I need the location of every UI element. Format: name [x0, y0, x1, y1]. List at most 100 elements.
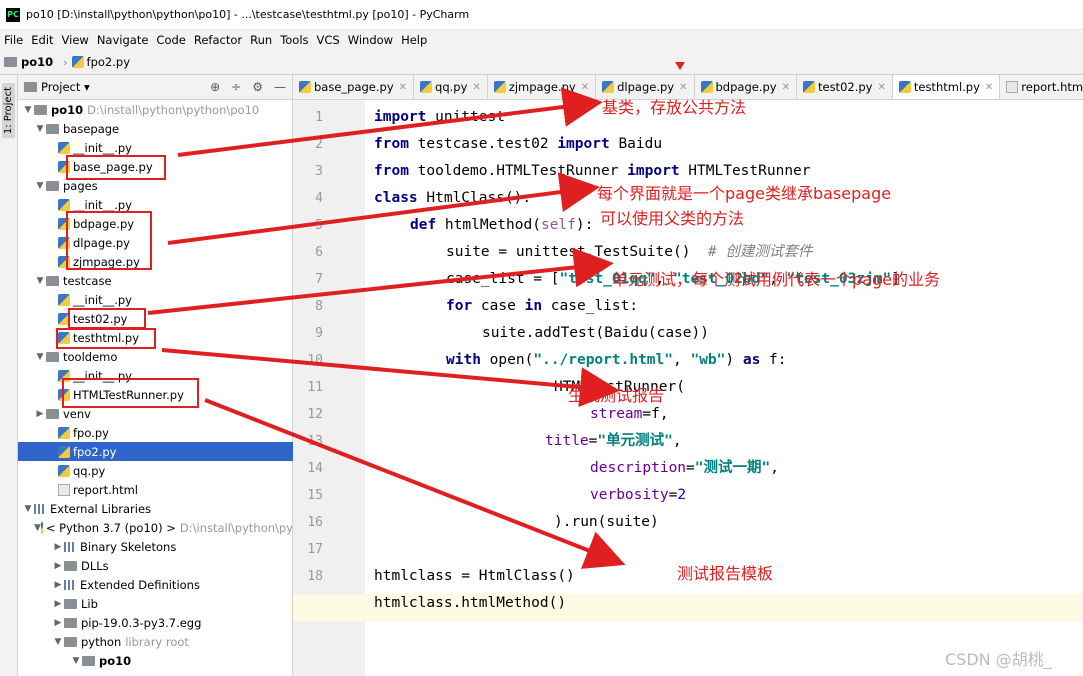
folder-icon — [46, 351, 59, 362]
annotation-report-template: 测试报告模板 — [677, 564, 774, 583]
tab-label: base_page.py — [314, 80, 394, 94]
chevron-down-icon: ▼ — [36, 180, 44, 191]
editor-gutter: 1 2 3 4 5 6 7 8 9 10 11 12 13 14 15 16 1… — [293, 100, 365, 676]
tab-label: dlpage.py — [617, 80, 675, 94]
tab-zjmpage[interactable]: zjmpage.py ✕ — [488, 75, 597, 99]
close-icon[interactable]: ✕ — [472, 82, 480, 93]
menu-view[interactable]: View — [58, 33, 93, 47]
tree-item-po10-lib[interactable]: ▼ po10 — [18, 651, 293, 670]
tree-label: __init__.py — [73, 197, 132, 212]
tree-item-python-sdk[interactable]: ▼ < Python 3.7 (po10) > D:\install\python\… — [18, 518, 293, 537]
tree-item-dlpage[interactable]: dlpage.py — [18, 233, 293, 252]
tree-item-testcase[interactable]: ▼ testcase — [18, 271, 293, 290]
menu-help[interactable]: Help — [397, 33, 431, 47]
tab-test02[interactable]: test02.py ✕ — [797, 75, 893, 99]
line-number: 7 — [315, 272, 323, 287]
locate-icon[interactable]: ⊕ — [210, 80, 220, 94]
close-icon[interactable]: ✕ — [985, 82, 993, 93]
folder-icon — [64, 617, 77, 628]
code-line: from testcase.test02 import Baidu — [374, 136, 663, 152]
breadcrumb-file-label: fpo2.py — [86, 55, 131, 69]
menu-file[interactable]: File — [0, 33, 27, 47]
tree-item-report[interactable]: report.html — [18, 480, 293, 499]
menu-code[interactable]: Code — [152, 33, 189, 47]
line-number: 14 — [307, 461, 323, 476]
code-line: suite.addTest(Baidu(case)) — [482, 325, 709, 341]
tab-label: qq.py — [435, 80, 468, 94]
highlight-box-test02 — [68, 308, 146, 329]
line-number: 5 — [315, 218, 323, 233]
tree-item-tooldemo[interactable]: ▼ tooldemo — [18, 347, 293, 366]
tree-item-python-library-root[interactable]: ▼ python library root — [18, 632, 293, 651]
tab-label: report.html — [1021, 80, 1083, 94]
tree-label: fpo2.py — [73, 444, 117, 459]
tree-item-init[interactable]: __init__.py — [18, 195, 293, 214]
tool-window-strip: 1: Project — [0, 75, 18, 676]
tree-item-fpo[interactable]: fpo.py — [18, 423, 293, 442]
line-number: 17 — [307, 542, 323, 557]
tree-item-external-libraries[interactable]: ▼ External Libraries — [18, 499, 293, 518]
tree-label: pip-19.0.3-py3.7.egg — [81, 615, 202, 630]
close-icon[interactable]: ✕ — [679, 82, 687, 93]
tab-testhtml[interactable]: testhtml.py ✕ — [892, 75, 1001, 99]
tab-report[interactable]: report.html✕ — [1000, 75, 1083, 99]
close-icon[interactable]: ✕ — [877, 82, 885, 93]
tree-item-extended-definitions[interactable]: ▶ Extended Definitions — [18, 575, 293, 594]
code-line: with open("../report.html", "wb") as f: — [446, 352, 787, 368]
collapse-all-icon[interactable]: ÷ — [231, 80, 241, 94]
tree-label: Binary Skeletons — [80, 539, 177, 554]
close-icon[interactable]: ✕ — [399, 82, 407, 93]
menu-edit[interactable]: Edit — [27, 33, 57, 47]
folder-icon — [82, 655, 95, 666]
tree-label: < Python 3.7 (po10) > — [45, 520, 176, 535]
menu-tools[interactable]: Tools — [276, 33, 312, 47]
menu-vcs[interactable]: VCS — [313, 33, 344, 47]
project-panel-tools: ⊕ ÷ ⚙ — — [210, 80, 286, 94]
tab-label: bdpage.py — [715, 80, 777, 94]
tree-item-lib[interactable]: ▶ Lib — [18, 594, 293, 613]
project-panel-header: Project ▾ ⊕ ÷ ⚙ — — [18, 75, 292, 100]
python-file-icon — [58, 445, 70, 458]
line-number: 6 — [315, 245, 323, 260]
tree-item-pip-egg[interactable]: ▶ pip-19.0.3-py3.7.egg — [18, 613, 293, 632]
line-number: 15 — [307, 488, 323, 503]
python-file-icon — [898, 81, 911, 93]
code-line: description="测试一期", — [590, 460, 779, 476]
tree-item-test02[interactable]: test02.py — [18, 309, 293, 328]
folder-icon — [46, 275, 59, 286]
tree-item-binary-skeletons[interactable]: ▶ Binary Skeletons — [18, 537, 293, 556]
tree-item-basepage[interactable]: ▼ basepage — [18, 119, 293, 138]
code-line: suite = unittest.TestSuite() # 创建测试套件 — [446, 244, 813, 260]
close-icon[interactable]: ✕ — [782, 82, 790, 93]
breadcrumb-project[interactable]: po10 — [4, 55, 53, 69]
tree-item-dlls[interactable]: ▶ DLLs — [18, 556, 293, 575]
tree-label: Extended Definitions — [80, 577, 200, 592]
tree-item-bdpage[interactable]: bdpage.py — [18, 214, 293, 233]
gear-icon[interactable]: ⚙ — [252, 80, 263, 94]
tree-label: pages — [63, 178, 98, 193]
tab-qq[interactable]: qq.py ✕ — [414, 75, 488, 99]
hide-icon[interactable]: — — [274, 80, 286, 94]
menu-navigate[interactable]: Navigate — [93, 33, 153, 47]
menu-run[interactable]: Run — [246, 33, 276, 47]
menu-refactor[interactable]: Refactor — [190, 33, 246, 47]
menu-window[interactable]: Window — [344, 33, 397, 47]
tree-item-fpo2[interactable]: fpo2.py — [18, 442, 293, 461]
breadcrumb-file[interactable]: fpo2.py — [71, 55, 131, 69]
tree-item-po10[interactable]: ▼ po10 D:\install\python\python\po10 — [18, 100, 293, 119]
tree-item-init[interactable]: __init__.py — [18, 290, 293, 309]
tree-item-qq[interactable]: qq.py — [18, 461, 293, 480]
tree-label: fpo.py — [73, 425, 109, 440]
chevron-down-icon: ▼ — [24, 104, 32, 115]
folder-icon — [64, 636, 77, 647]
code-line: for case in case_list: — [446, 298, 639, 314]
library-icon — [64, 541, 76, 552]
tab-base-page[interactable]: base_page.py ✕ — [293, 75, 415, 99]
line-number: 13 — [307, 434, 323, 449]
project-view-selector[interactable]: Project ▾ — [41, 80, 90, 94]
line-number: 9 — [315, 326, 323, 341]
tree-item-zjmpage[interactable]: zjmpage.py — [18, 252, 293, 271]
project-tool-button[interactable]: 1: Project — [2, 83, 15, 139]
python-file-icon — [299, 81, 311, 93]
close-icon[interactable]: ✕ — [581, 82, 589, 93]
